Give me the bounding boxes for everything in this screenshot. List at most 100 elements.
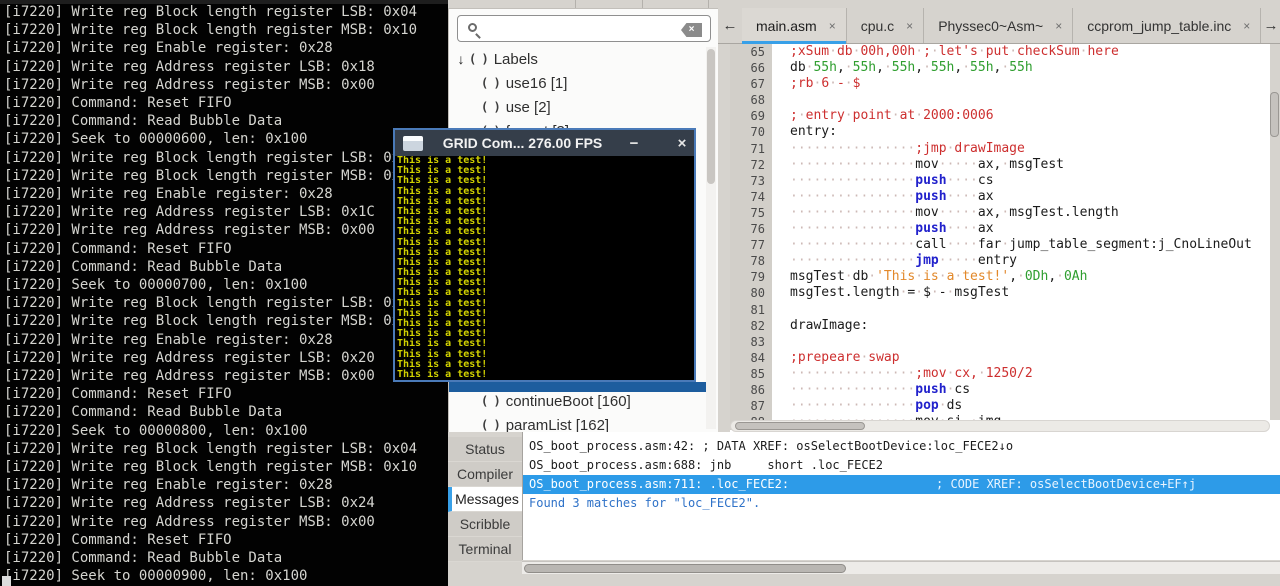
code-line: 67;rb·6·-·$	[730, 76, 1280, 92]
label-icon: ( )	[469, 52, 488, 66]
minimize-icon[interactable]: −	[622, 135, 646, 152]
code-text: msgTest·db·'This·is·a·test!',·0Dh,·0Ah	[772, 269, 1087, 285]
grid-window-titlebar[interactable]: GRID Com... 276.00 FPS − ×	[395, 130, 694, 156]
editor-vscrollbar-thumb[interactable]	[1270, 92, 1279, 137]
terminal-line: [i7220] Write reg Enable register: 0x28	[4, 331, 448, 349]
tab-close-icon[interactable]: ×	[829, 19, 836, 33]
code-text: ················jmp·····entry	[772, 253, 1017, 269]
terminal-line: [i7220] Command: Read Bubble Data	[4, 403, 448, 421]
line-number: 82	[730, 318, 772, 334]
line-number: 79	[730, 269, 772, 285]
code-text: ················push····cs	[772, 173, 994, 189]
message-text: OS_boot_process.asm:688: jnb short .loc_…	[529, 458, 883, 472]
terminal-line: [i7220] Seek to 00000600, len: 0x100	[4, 130, 448, 148]
code-text: entry:	[772, 124, 837, 140]
line-number: 75	[730, 205, 772, 221]
editor-tabs: main.asm×cpu.c×Physsec0~Asm~×ccprom_jump…	[742, 8, 1261, 43]
code-text: ················pop·ds	[772, 398, 962, 414]
code-line: 82drawImage:	[730, 318, 1280, 334]
terminal-line: [i7220] Write reg Enable register: 0x28	[4, 476, 448, 494]
panel-tab-compiler[interactable]: Compiler	[448, 462, 522, 487]
code-text: msgTest.length·=·$·-·msgTest	[772, 285, 1009, 301]
panel-tab-status[interactable]: Status	[448, 437, 522, 462]
line-number: 85	[730, 366, 772, 382]
code-line: 80msgTest.length·=·$·-·msgTest	[730, 285, 1280, 301]
code-text: ················mov·····ax,·msgTest.leng…	[772, 205, 1119, 221]
editor-tab-label: main.asm	[756, 18, 817, 34]
editor-tab-bar: ← main.asm×cpu.c×Physsec0~Asm~×ccprom_ju…	[718, 8, 1280, 44]
code-line: 75················mov·····ax,·msgTest.le…	[730, 205, 1280, 221]
tree-item[interactable]: ( )continueBoot [160]	[449, 389, 706, 413]
tree-item[interactable]: ( )use16 [1]	[449, 71, 706, 95]
line-number: 87	[730, 398, 772, 414]
labels-tree-bottom: ( )continueBoot [160]( )paramList [162]	[449, 389, 706, 437]
messages-hscrollbar-thumb[interactable]	[524, 564, 846, 573]
panel-tab-messages[interactable]: Messages	[448, 487, 522, 512]
message-row[interactable]: OS_boot_process.asm:688: jnb short .loc_…	[523, 456, 1280, 475]
top-strip-divider	[708, 0, 709, 8]
editor-hscrollbar-thumb[interactable]	[735, 422, 865, 430]
code-text: ················push····ax	[772, 189, 994, 205]
collapse-arrow-icon[interactable]: ↓	[453, 51, 469, 67]
line-number: 81	[730, 302, 772, 318]
code-line: 69;·entry·point·at·2000:0006	[730, 108, 1280, 124]
terminal-line: [i7220] Write reg Address register LSB: …	[4, 203, 448, 221]
tab-scroll-right-icon[interactable]: →	[1262, 8, 1280, 43]
tree-item[interactable]: ( )use [2]	[449, 95, 706, 119]
editor-tab-physsec0-asm-[interactable]: Physsec0~Asm~×	[924, 8, 1073, 43]
tree-item-label: continueBoot [160]	[506, 393, 631, 410]
code-line: 76················push····ax	[730, 221, 1280, 237]
tree-scrollbar-thumb[interactable]	[707, 49, 715, 184]
messages-list: OS_boot_process.asm:42: ; DATA XREF: osS…	[522, 432, 1280, 560]
message-row[interactable]: OS_boot_process.asm:42: ; DATA XREF: osS…	[523, 437, 1280, 456]
log-terminal[interactable]: [i7220] Write reg Block length register …	[0, 0, 448, 586]
top-strip-divider	[575, 0, 576, 8]
code-line: 70entry:	[730, 124, 1280, 140]
terminal-line: [i7220] Command: Read Bubble Data	[4, 258, 448, 276]
label-search-box: ×	[457, 15, 711, 42]
clear-search-icon[interactable]: ×	[681, 23, 702, 37]
code-line: 81	[730, 302, 1280, 318]
tree-item-label: paramList [162]	[506, 417, 609, 434]
code-editor[interactable]: 65;xSum·db·00h,00h·;·let's·put·checkSum·…	[730, 44, 1280, 432]
code-line: 86················push·cs	[730, 382, 1280, 398]
code-line: 71················;jmp·drawImage	[730, 141, 1280, 157]
line-number: 66	[730, 60, 772, 76]
terminal-line: [i7220] Write reg Address register LSB: …	[4, 349, 448, 367]
code-text: ················push·cs	[772, 382, 970, 398]
code-text: ;rb·6·-·$	[772, 76, 860, 92]
message-row[interactable]: Found 3 matches for "loc_FECE2".	[523, 494, 1280, 513]
panel-tab-terminal[interactable]: Terminal	[448, 537, 522, 562]
code-line: 87················pop·ds	[730, 398, 1280, 414]
terminal-line: [i7220] Command: Reset FIFO	[4, 385, 448, 403]
code-text: drawImage:	[772, 318, 868, 334]
message-text: OS_boot_process.asm:42: ; DATA XREF: osS…	[529, 439, 1013, 453]
terminal-line: [i7220] Write reg Address register MSB: …	[4, 76, 448, 94]
terminal-line: [i7220] Write reg Address register MSB: …	[4, 513, 448, 531]
terminal-line: [i7220] Write reg Block length register …	[4, 294, 448, 312]
message-row-selected[interactable]: OS_boot_process.asm:711: .loc_FECE2:; CO…	[523, 475, 1280, 494]
terminal-line: [i7220] Command: Read Bubble Data	[4, 112, 448, 130]
line-number: 70	[730, 124, 772, 140]
editor-tab-label: ccprom_jump_table.inc	[1087, 18, 1231, 34]
terminal-line: [i7220] Write reg Block length register …	[4, 21, 448, 39]
panel-tab-scribble[interactable]: Scribble	[448, 512, 522, 537]
terminal-line: [i7220] Command: Reset FIFO	[4, 240, 448, 258]
output-panel-tabs: StatusCompilerMessagesScribbleTerminal	[448, 432, 522, 562]
grid-window-output: This is a test!This is a test!This is a …	[397, 156, 694, 380]
tree-item[interactable]: ↓( )Labels	[449, 47, 706, 71]
search-input[interactable]	[488, 18, 676, 39]
editor-tab-cpu-c[interactable]: cpu.c×	[847, 8, 924, 43]
editor-vscrollbar	[1270, 44, 1280, 420]
close-icon[interactable]: ×	[670, 135, 694, 152]
editor-tab-ccprom-jump-table-inc[interactable]: ccprom_jump_table.inc ×	[1073, 8, 1261, 43]
tab-close-icon[interactable]: ×	[906, 19, 913, 33]
tab-close-icon[interactable]: ×	[1243, 19, 1250, 33]
line-number: 68	[730, 92, 772, 108]
code-line: 72················mov·····ax,·msgTest	[730, 157, 1280, 173]
line-number: 77	[730, 237, 772, 253]
tab-close-icon[interactable]: ×	[1055, 19, 1062, 33]
tab-scroll-left-icon[interactable]: ←	[718, 8, 742, 43]
editor-tab-main-asm[interactable]: main.asm ×	[742, 8, 847, 43]
editor-pane: ← main.asm×cpu.c×Physsec0~Asm~×ccprom_ju…	[718, 0, 1280, 432]
